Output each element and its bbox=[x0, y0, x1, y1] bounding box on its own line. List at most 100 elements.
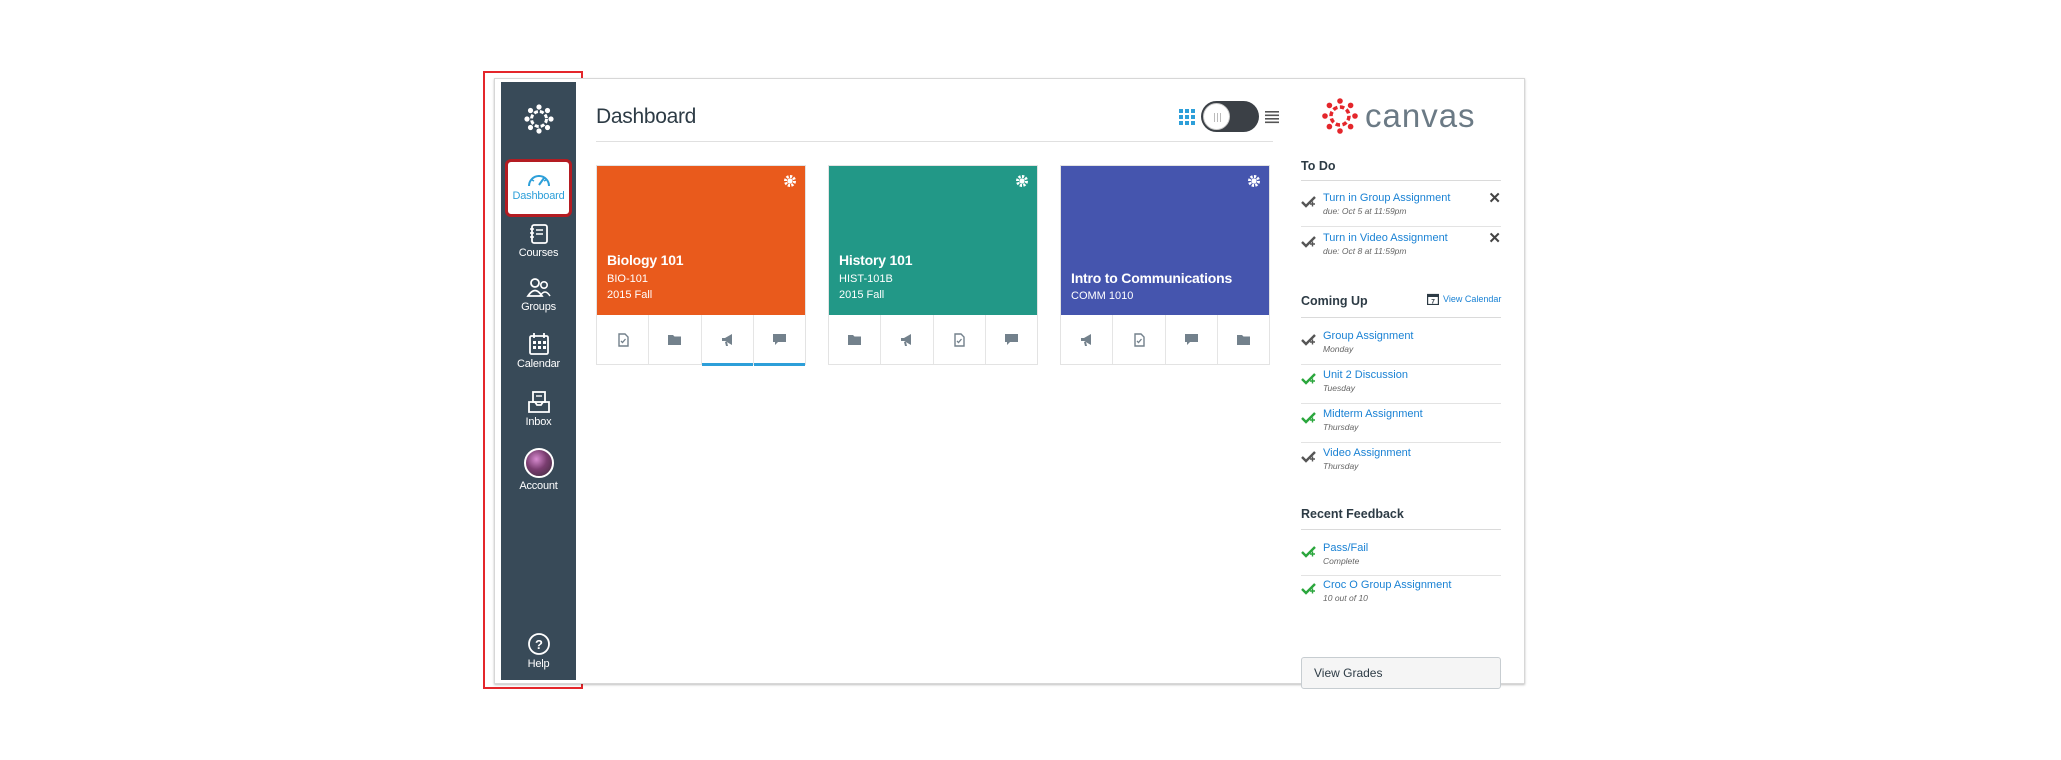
card-header[interactable]: Biology 101 BIO-101 2015 Fall bbox=[597, 166, 805, 315]
discussions-icon bbox=[1004, 334, 1018, 345]
todo-item-title[interactable]: Turn in Group Assignment bbox=[1323, 192, 1450, 204]
course-card-biology[interactable]: Biology 101 BIO-101 2015 Fall bbox=[596, 165, 806, 366]
card-action-announcements[interactable] bbox=[1061, 315, 1114, 364]
nav-item-groups[interactable]: Groups bbox=[501, 277, 576, 313]
item-divider bbox=[1301, 403, 1501, 404]
view-calendar-label[interactable]: View Calendar bbox=[1443, 294, 1501, 304]
card-header[interactable]: History 101 HIST-101B 2015 Fall bbox=[829, 166, 1037, 315]
assignment-check-icon bbox=[1301, 451, 1316, 463]
feedback-item-status: Complete bbox=[1323, 556, 1360, 566]
card-action-assignments[interactable] bbox=[597, 315, 650, 364]
feedback-item-title[interactable]: Pass/Fail bbox=[1323, 542, 1368, 554]
brand-wordmark: canvas bbox=[1365, 97, 1476, 134]
todo-item-title[interactable]: Turn in Video Assignment bbox=[1323, 232, 1448, 244]
card-action-bar bbox=[829, 315, 1037, 364]
todo-item-due: due: Oct 5 at 11:59pm bbox=[1323, 206, 1407, 216]
card-action-bar bbox=[1061, 315, 1269, 364]
course-card-communications[interactable]: Intro to Communications COMM 1010 bbox=[1060, 165, 1270, 365]
nav-label: Inbox bbox=[525, 416, 552, 428]
course-term: 2015 Fall bbox=[607, 289, 653, 301]
todo-item-due: due: Oct 8 at 11:59pm bbox=[1323, 246, 1407, 256]
item-divider bbox=[1301, 364, 1501, 365]
nav-item-calendar[interactable]: Calendar bbox=[501, 332, 576, 370]
section-divider bbox=[1301, 529, 1501, 530]
card-action-announcements[interactable] bbox=[701, 315, 754, 366]
assignments-icon bbox=[1134, 332, 1145, 347]
course-name[interactable]: Biology 101 bbox=[607, 252, 684, 268]
app-window: Dashboard Courses Groups Calendar Inbox … bbox=[494, 78, 1525, 689]
card-header[interactable]: Intro to Communications COMM 1010 bbox=[1061, 166, 1269, 315]
nav-label: Dashboard bbox=[512, 190, 565, 202]
nav-item-account[interactable]: Account bbox=[501, 448, 576, 492]
nav-item-help[interactable]: ? Help bbox=[501, 632, 576, 670]
discussions-icon bbox=[772, 334, 786, 345]
courses-icon bbox=[529, 224, 548, 244]
announcements-icon bbox=[1081, 333, 1092, 346]
card-action-discussions[interactable] bbox=[753, 315, 806, 366]
course-card-history[interactable]: History 101 HIST-101B 2015 Fall bbox=[828, 165, 1038, 365]
view-toggle-switch[interactable] bbox=[1201, 101, 1259, 132]
nav-item-dashboard[interactable]: Dashboard bbox=[505, 159, 572, 217]
gear-icon[interactable] bbox=[783, 174, 797, 188]
assignment-check-icon bbox=[1301, 196, 1316, 208]
calendar-icon bbox=[528, 333, 549, 355]
files-icon bbox=[848, 335, 862, 345]
title-divider bbox=[596, 141, 1273, 142]
coming-up-item-title[interactable]: Midterm Assignment bbox=[1323, 408, 1423, 420]
inbox-icon bbox=[527, 391, 550, 413]
item-divider bbox=[1301, 226, 1501, 227]
feedback-item-score: 10 out of 10 bbox=[1323, 593, 1368, 603]
card-action-assignments[interactable] bbox=[1113, 315, 1166, 364]
course-term: 2015 Fall bbox=[839, 289, 885, 301]
dashboard-view-toggle[interactable] bbox=[1179, 101, 1279, 132]
feedback-check-icon bbox=[1301, 583, 1316, 595]
course-name[interactable]: History 101 bbox=[839, 252, 912, 268]
nav-label: Help bbox=[527, 658, 550, 670]
card-action-bar bbox=[597, 315, 806, 366]
coming-up-heading: Coming Up bbox=[1301, 294, 1368, 308]
close-icon[interactable]: ✕ bbox=[1488, 229, 1501, 247]
assignments-icon bbox=[954, 332, 965, 347]
dashboard-icon bbox=[527, 175, 550, 187]
gear-icon[interactable] bbox=[1015, 174, 1029, 188]
nav-label: Account bbox=[519, 480, 558, 492]
card-action-discussions[interactable] bbox=[986, 315, 1037, 364]
avatar bbox=[523, 448, 554, 478]
files-icon bbox=[1236, 335, 1250, 345]
card-view-icon[interactable] bbox=[1179, 108, 1195, 125]
card-action-announcements[interactable] bbox=[881, 315, 934, 364]
view-calendar-link[interactable]: 7 View Calendar bbox=[1427, 293, 1501, 305]
coming-up-item-title[interactable]: Group Assignment bbox=[1323, 330, 1414, 342]
page-title: Dashboard bbox=[596, 105, 697, 128]
coming-up-item-title[interactable]: Unit 2 Discussion bbox=[1323, 369, 1408, 381]
assignment-check-icon bbox=[1301, 236, 1316, 248]
item-divider bbox=[1301, 442, 1501, 443]
help-icon: ? bbox=[527, 633, 550, 655]
feedback-item-title[interactable]: Croc O Group Assignment bbox=[1323, 579, 1451, 591]
nav-item-inbox[interactable]: Inbox bbox=[501, 390, 576, 428]
view-grades-button[interactable]: View Grades bbox=[1301, 657, 1501, 689]
section-divider bbox=[1301, 317, 1501, 318]
nav-label: Groups bbox=[521, 301, 556, 313]
course-name[interactable]: Intro to Communications bbox=[1071, 270, 1232, 286]
card-action-files[interactable] bbox=[649, 315, 702, 364]
announcements-icon bbox=[901, 333, 912, 346]
close-icon[interactable]: ✕ bbox=[1488, 189, 1501, 207]
files-icon bbox=[668, 335, 682, 345]
coming-up-item-day: Tuesday bbox=[1323, 383, 1355, 393]
item-divider bbox=[1301, 575, 1501, 576]
card-action-discussions[interactable] bbox=[1166, 315, 1218, 364]
coming-up-item-day: Monday bbox=[1323, 344, 1354, 354]
card-action-files[interactable] bbox=[1218, 315, 1269, 364]
coming-up-item-title[interactable]: Video Assignment bbox=[1323, 447, 1411, 459]
coming-up-item-day: Thursday bbox=[1323, 461, 1359, 471]
canvas-logo-icon[interactable] bbox=[501, 94, 576, 144]
nav-item-courses[interactable]: Courses bbox=[501, 223, 576, 259]
card-action-assignments[interactable] bbox=[934, 315, 986, 364]
card-action-files[interactable] bbox=[829, 315, 882, 364]
announcements-icon bbox=[721, 333, 732, 346]
list-view-icon[interactable] bbox=[1265, 110, 1279, 124]
course-code: BIO-101 bbox=[607, 273, 648, 285]
recent-feedback-heading: Recent Feedback bbox=[1301, 507, 1404, 521]
gear-icon[interactable] bbox=[1247, 174, 1261, 188]
